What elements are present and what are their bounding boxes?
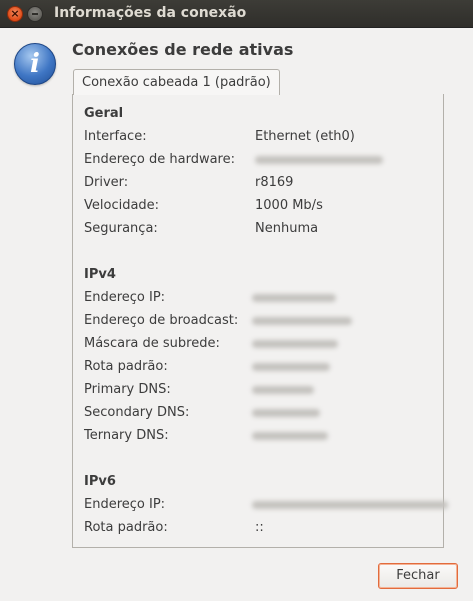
window-title: Informações da conexão [54,5,247,21]
value-primary-dns-redacted [252,386,314,394]
value-ternary-dns-redacted [252,432,328,440]
value-security: Nenhuma [255,221,319,236]
value-hardware-address-redacted [255,156,383,164]
value-secondary-dns-redacted [252,409,320,417]
window-close-button[interactable]: × [7,6,23,22]
value-broadcast-address-redacted [252,317,352,325]
value-ipv6-address-redacted [252,501,448,509]
section-ipv6-title: IPv6 [84,474,116,489]
label-default-route-ipv4: Rota padrão: [84,359,168,374]
value-ipv4-address-redacted [252,294,336,302]
value-default-route-ipv4-redacted [252,363,330,371]
label-interface: Interface: [84,129,147,144]
label-broadcast-address: Endereço de broadcast: [84,313,239,328]
value-subnet-mask-redacted [252,340,338,348]
value-speed: 1000 Mb/s [255,198,323,213]
label-hardware-address: Endereço de hardware: [84,152,235,167]
section-general-title: Geral [84,106,124,121]
label-primary-dns: Primary DNS: [84,382,171,397]
value-driver: r8169 [255,175,294,190]
label-driver: Driver: [84,175,129,190]
label-ternary-dns: Ternary DNS: [84,428,169,443]
section-ipv4-title: IPv4 [84,267,116,282]
label-default-route-ipv6: Rota padrão: [84,520,168,535]
label-secondary-dns: Secondary DNS: [84,405,190,420]
title-bar: × Informações da conexão [0,0,473,28]
label-speed: Velocidade: [84,198,160,213]
label-ipv4-address: Endereço IP: [84,290,166,305]
label-subnet-mask: Máscara de subrede: [84,336,220,351]
tab-wired-connection[interactable]: Conexão cabeada 1 (padrão) [73,69,280,95]
label-security: Segurança: [84,221,158,236]
info-icon: i [14,43,56,85]
label-ipv6-address: Endereço IP: [84,497,166,512]
value-interface: Ethernet (eth0) [255,129,355,144]
page-title: Conexões de rede ativas [72,40,294,59]
window-minimize-button[interactable] [27,6,43,22]
close-button[interactable]: Fechar [378,563,458,589]
value-default-route-ipv6: :: [255,520,264,535]
